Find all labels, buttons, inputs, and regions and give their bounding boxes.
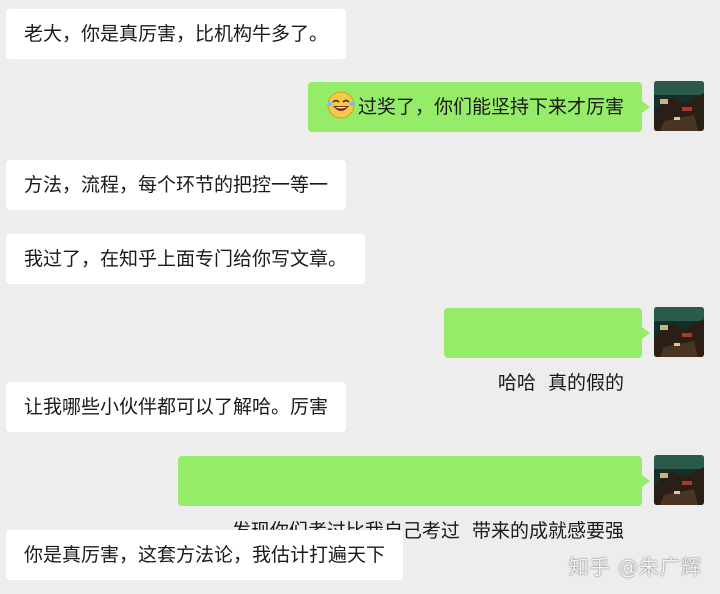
outgoing-message-bubble[interactable]: 哈哈 真的假的 bbox=[443, 308, 651, 394]
incoming-message-bubble[interactable]: 老大，你是真厉害，比机构牛多了。 bbox=[6, 9, 347, 59]
message-row: 方法，流程，每个环节的把控一等一 bbox=[0, 159, 720, 211]
chat-window: 老大，你是真厉害，比机构牛多了。 过奖了，你们能坚持下来才厉害 方法，流程，每个… bbox=[0, 0, 720, 594]
incoming-message-bubble[interactable]: 你是真厉害，这套方法论，我估计打遍天下 bbox=[6, 530, 404, 580]
message-row: 发现你们考过比我自己考过 带来的成就感要强 bbox=[0, 455, 720, 542]
avatar[interactable] bbox=[654, 307, 704, 357]
message-row: 过奖了，你们能坚持下来才厉害 bbox=[0, 81, 720, 133]
outgoing-message-bubble[interactable]: 发现你们考过比我自己考过 带来的成就感要强 bbox=[177, 456, 651, 542]
zhihu-watermark: 知乎 @朱广辉 bbox=[568, 555, 702, 579]
laughing-tears-emoji-icon bbox=[326, 91, 355, 119]
message-text: 让我哪些小伙伴都可以了解哈。厉害 bbox=[24, 396, 329, 418]
message-text: 我过了，在知乎上面专门给你写文章。 bbox=[24, 248, 348, 270]
message-row: 我过了，在知乎上面专门给你写文章。 bbox=[0, 233, 720, 285]
outgoing-message-bubble[interactable]: 过奖了，你们能坚持下来才厉害 bbox=[307, 82, 651, 132]
message-row: 哈哈 真的假的 bbox=[0, 307, 720, 394]
message-text: 过奖了，你们能坚持下来才厉害 bbox=[357, 96, 624, 118]
message-text: 老大，你是真厉害，比机构牛多了。 bbox=[24, 23, 329, 45]
avatar[interactable] bbox=[654, 81, 704, 131]
message-row: 老大，你是真厉害，比机构牛多了。 bbox=[0, 8, 720, 60]
avatar-photo-icon bbox=[654, 307, 704, 357]
incoming-message-bubble[interactable]: 让我哪些小伙伴都可以了解哈。厉害 bbox=[6, 382, 347, 432]
avatar-photo-icon bbox=[654, 81, 704, 131]
incoming-message-bubble[interactable]: 我过了，在知乎上面专门给你写文章。 bbox=[6, 234, 366, 284]
message-row: 让我哪些小伙伴都可以了解哈。厉害 bbox=[0, 381, 720, 433]
avatar-photo-icon bbox=[654, 455, 704, 505]
message-text: 方法，流程，每个环节的把控一等一 bbox=[24, 174, 329, 196]
avatar[interactable] bbox=[654, 455, 704, 505]
message-text: 你是真厉害，这套方法论，我估计打遍天下 bbox=[24, 544, 386, 566]
incoming-message-bubble[interactable]: 方法，流程，每个环节的把控一等一 bbox=[6, 160, 347, 210]
